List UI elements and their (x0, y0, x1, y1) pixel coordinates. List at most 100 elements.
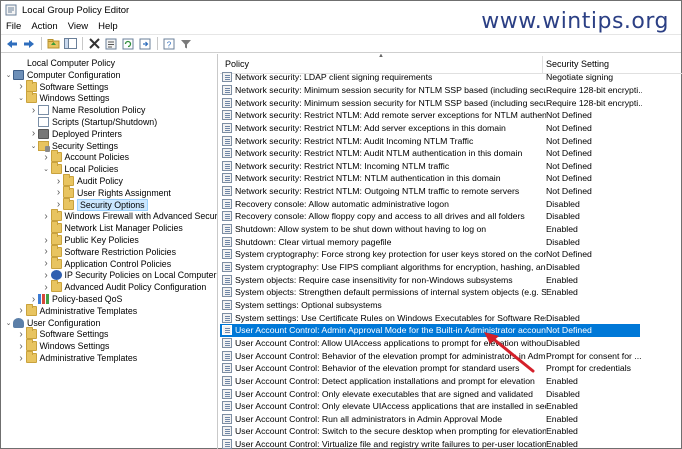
forward-arrow-icon[interactable] (22, 37, 36, 51)
policy-row[interactable]: System objects: Require case insensitivi… (220, 273, 640, 286)
policy-row[interactable]: Shutdown: Allow system to be shut down w… (220, 223, 640, 236)
chevron-right-icon[interactable]: › (42, 152, 51, 163)
policy-row[interactable]: Recovery console: Allow floppy copy and … (220, 210, 640, 223)
chevron-right-icon[interactable]: › (42, 258, 51, 269)
column-header-security-setting[interactable]: Security Setting (546, 59, 609, 69)
tree-item[interactable]: ⌄ Computer Configuration (4, 69, 120, 81)
policy-row[interactable]: User Account Control: Admin Approval Mod… (220, 324, 640, 337)
policy-row[interactable]: User Account Control: Switch to the secu… (220, 425, 640, 438)
menu-view[interactable]: View (63, 21, 93, 32)
tree-item[interactable]: ⌄ Security Settings (29, 140, 118, 152)
chevron-right-icon[interactable]: › (29, 128, 38, 139)
policy-row[interactable]: Network security: Restrict NTLM: Incomin… (220, 160, 640, 173)
policy-row[interactable]: System settings: Optional subsystems (220, 299, 640, 312)
chevron-right-icon[interactable]: › (42, 235, 51, 246)
chevron-right-icon[interactable]: › (29, 105, 38, 116)
tree-item[interactable]: › Windows Firewall with Advanced Security (42, 209, 217, 222)
policy-row[interactable]: Network security: Restrict NTLM: Add ser… (220, 122, 640, 135)
tree-item[interactable]: ⌄ Local Policies (42, 162, 118, 175)
chevron-right-icon[interactable]: › (42, 282, 51, 293)
menu-action[interactable]: Action (26, 21, 62, 32)
tree-item[interactable]: › Name Resolution Policy (29, 104, 146, 116)
chevron-right-icon[interactable]: › (42, 270, 51, 281)
column-header-policy[interactable]: Policy (225, 59, 249, 69)
up-folder-icon[interactable] (46, 37, 60, 51)
policy-name: Network security: Restrict NTLM: Outgoin… (235, 186, 520, 197)
toolbar-separator (157, 37, 158, 50)
tree-item[interactable]: › Software Restriction Policies (42, 244, 176, 258)
policy-row[interactable]: Network security: Minimum session securi… (220, 96, 642, 109)
chevron-right-icon[interactable]: › (17, 329, 26, 340)
tree-item[interactable]: Scripts (Startup/Shutdown) (29, 116, 157, 128)
tree-item[interactable]: › Deployed Printers (29, 128, 122, 140)
tree-item[interactable]: › Administrative Templates (17, 351, 137, 364)
policy-icon (13, 58, 24, 68)
policy-row[interactable]: User Account Control: Allow UIAccess app… (220, 337, 640, 350)
security-setting-value: Disabled (546, 211, 580, 222)
tree-item[interactable]: Network List Manager Policies (42, 221, 183, 234)
policy-row[interactable]: System settings: Use Certificate Rules o… (220, 311, 640, 324)
chevron-down-icon[interactable]: ⌄ (42, 165, 51, 173)
filter-icon[interactable] (179, 37, 193, 51)
tree-item[interactable]: › Advanced Audit Policy Configuration (42, 280, 206, 293)
chevron-down-icon[interactable]: ⌄ (4, 319, 13, 327)
policy-row[interactable]: User Account Control: Behavior of the el… (220, 362, 640, 375)
toolbar-separator (82, 37, 83, 50)
policy-row[interactable]: Network security: LDAP client signing re… (220, 71, 640, 84)
tree-item[interactable]: ⌄ User Configuration (4, 317, 100, 329)
sec-folder-icon (38, 140, 50, 152)
policy-row[interactable]: Shutdown: Clear virtual memory pagefile D… (220, 235, 640, 248)
tree-item[interactable]: › Administrative Templates (17, 303, 137, 317)
chevron-right-icon[interactable]: › (17, 305, 26, 316)
folder-icon (25, 303, 37, 316)
policy-row[interactable]: User Account Control: Virtualize file an… (220, 438, 640, 449)
delete-icon[interactable] (87, 37, 101, 51)
tree-item[interactable]: ⌄ Windows Settings (17, 91, 109, 104)
tree-item[interactable]: Local Computer Policy (4, 57, 115, 69)
policy-row[interactable]: User Account Control: Only elevate execu… (220, 387, 640, 400)
policy-row[interactable]: User Account Control: Behavior of the el… (220, 349, 642, 362)
chevron-right-icon[interactable]: › (17, 81, 26, 92)
policy-row[interactable]: User Account Control: Detect application… (220, 375, 640, 388)
policy-row[interactable]: Network security: Restrict NTLM: Outgoin… (220, 185, 640, 198)
policy-row[interactable]: Network security: Minimum session securi… (220, 84, 642, 97)
navigation-tree: Local Computer Policy ⌄ Computer Configura… (2, 54, 218, 449)
policy-row[interactable]: Recovery console: Allow automatic admini… (220, 198, 640, 211)
policy-row[interactable]: Network security: Restrict NTLM: Audit I… (220, 134, 640, 147)
refresh-icon[interactable] (121, 37, 135, 51)
policy-row[interactable]: Network security: Restrict NTLM: Audit N… (220, 147, 640, 160)
chevron-down-icon[interactable]: ⌄ (29, 142, 38, 150)
back-arrow-icon[interactable] (5, 37, 19, 51)
tree-item[interactable]: › Security Options (54, 197, 148, 211)
chevron-down-icon[interactable]: ⌄ (4, 71, 13, 79)
export-list-icon[interactable] (138, 37, 152, 51)
show-hide-tree-icon[interactable] (63, 37, 77, 51)
properties-icon[interactable] (104, 37, 118, 51)
chevron-right-icon[interactable]: › (42, 211, 51, 222)
policy-row[interactable]: System cryptography: Force strong key pr… (220, 248, 640, 261)
policy-row[interactable]: User Account Control: Only elevate UIAcc… (220, 400, 640, 413)
policy-icon (222, 236, 232, 247)
chevron-right-icon[interactable]: › (17, 341, 26, 352)
tree-item[interactable]: › Application Control Policies (42, 256, 171, 270)
tree-item[interactable]: › Policy-based QoS (29, 293, 123, 305)
tree-item[interactable]: › User Rights Assignment (54, 185, 171, 199)
chevron-right-icon[interactable]: › (42, 246, 51, 257)
chevron-right-icon[interactable]: › (54, 176, 63, 187)
policy-row[interactable]: Network security: Restrict NTLM: Add rem… (220, 109, 640, 122)
policy-row[interactable]: System objects: Strengthen default permi… (220, 286, 640, 299)
chevron-right-icon[interactable]: › (29, 294, 38, 305)
chevron-down-icon[interactable]: ⌄ (17, 94, 26, 102)
tree-item[interactable]: › IP Security Policies on Local Computer (42, 269, 216, 281)
policy-row[interactable]: System cryptography: Use FIPS compliant … (220, 261, 640, 274)
chevron-right-icon[interactable]: › (54, 187, 63, 198)
menu-help[interactable]: Help (93, 21, 123, 32)
chevron-right-icon[interactable]: › (17, 353, 26, 364)
policy-name: User Account Control: Only elevate execu… (235, 388, 533, 399)
policy-name: Recovery console: Allow automatic admini… (235, 198, 449, 209)
policy-row[interactable]: Network security: Restrict NTLM: NTLM au… (220, 172, 640, 185)
doc-icon (38, 117, 49, 127)
policy-row[interactable]: User Account Control: Run all administra… (220, 413, 640, 426)
menu-file[interactable]: File (1, 21, 26, 32)
help-icon[interactable]: ? (162, 37, 176, 51)
